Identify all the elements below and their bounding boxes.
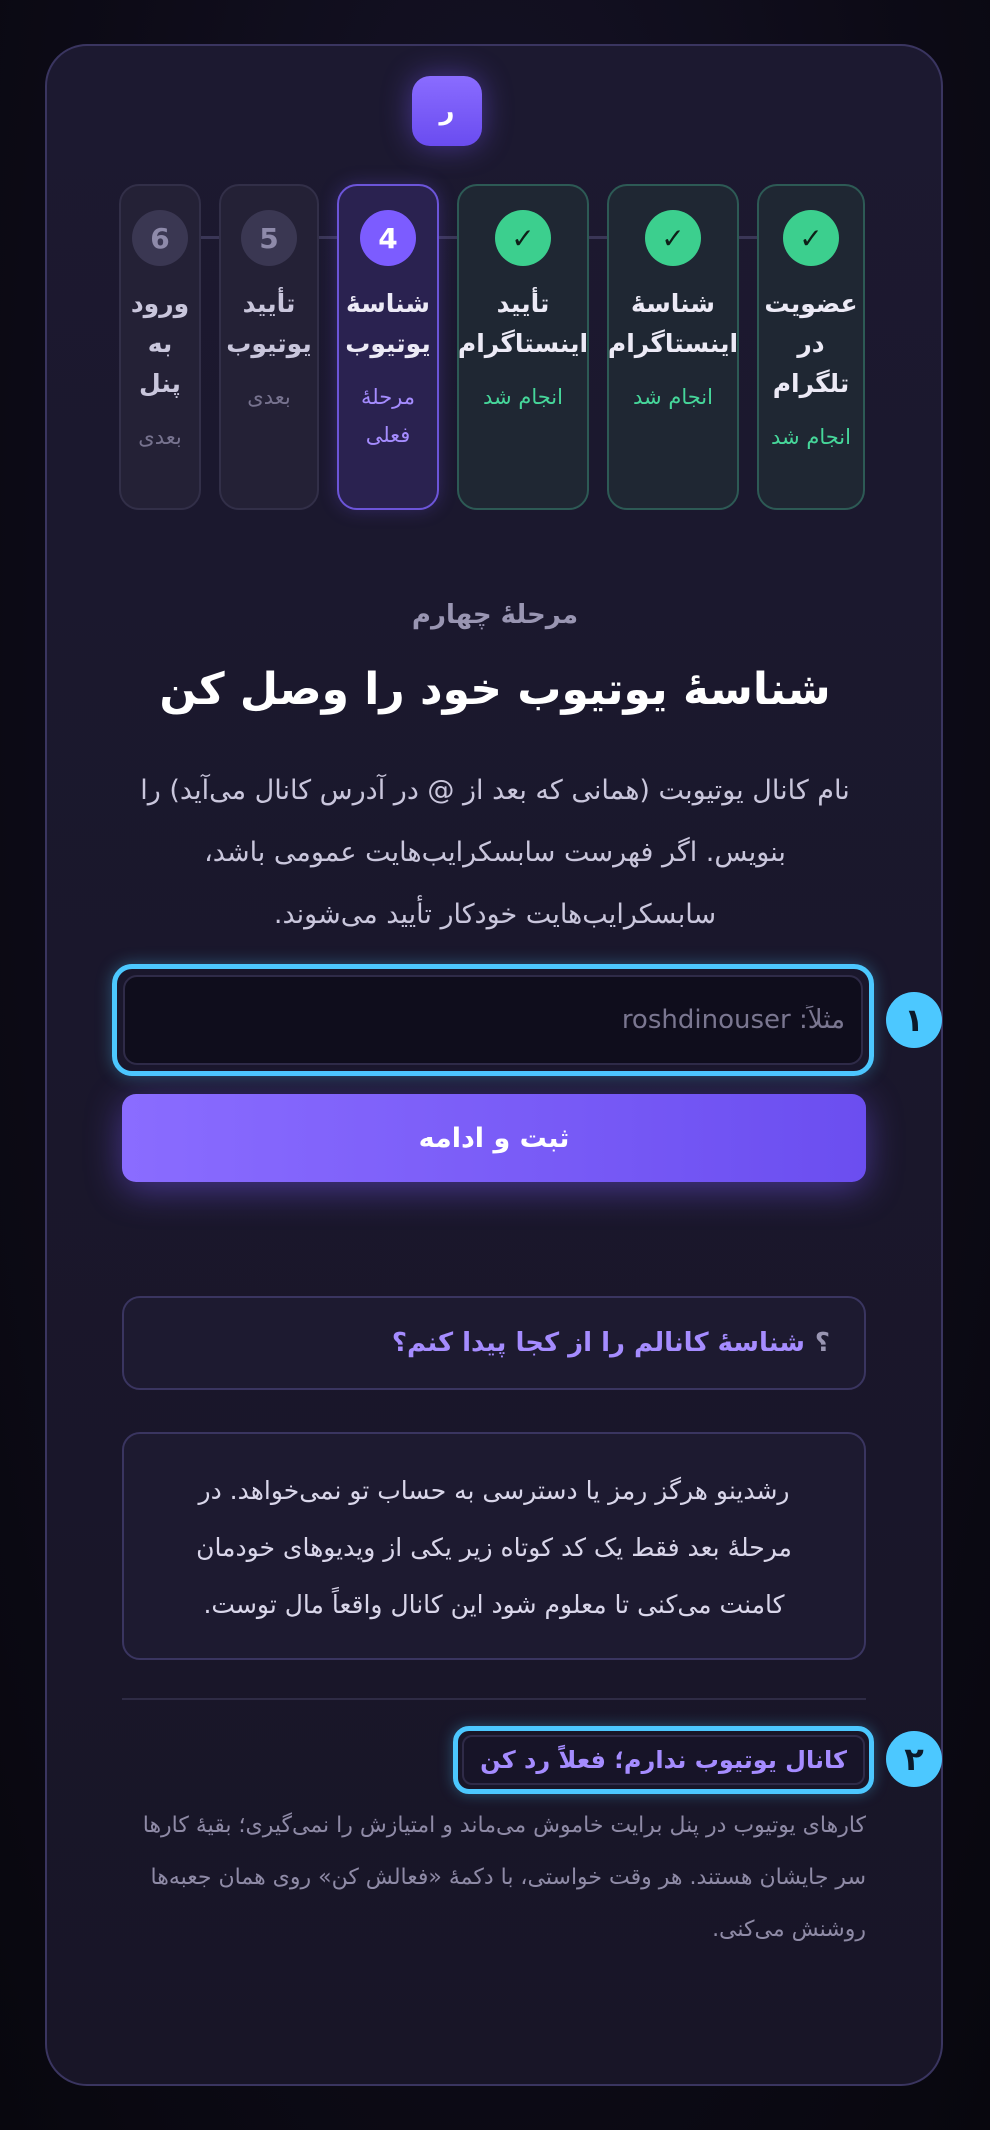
step-status: بعدی	[138, 425, 182, 449]
step-status: بعدی	[247, 385, 291, 409]
step-title: ورود به پنل	[130, 289, 190, 398]
skip-button-highlight: کانال یوتیوب ندارم؛ فعلاً رد کن	[453, 1726, 874, 1794]
step-number-badge: 4	[360, 210, 416, 266]
skip-youtube-button[interactable]: کانال یوتیوب ندارم؛ فعلاً رد کن	[462, 1735, 865, 1785]
youtube-id-input-highlight	[112, 964, 874, 1076]
step-youtube-verify: 5 تأیید یوتیوب بعدی	[219, 184, 319, 510]
stage-label: مرحلهٔ چهارم	[411, 600, 579, 630]
faq-label: شناسهٔ کانالم را از کجا پیدا کنم؟	[391, 1328, 805, 1358]
instructions-text: نام کانال یوتیوبت (همانی که بعد از @ در …	[140, 775, 850, 930]
annotation-marker-1: ۱	[886, 992, 942, 1048]
youtube-id-input[interactable]	[123, 975, 863, 1065]
check-icon: ✓	[495, 210, 551, 266]
step-title: عضویت در تلگرام	[764, 289, 858, 398]
step-status: انجام شد	[633, 385, 713, 409]
check-icon: ✓	[645, 210, 701, 266]
step-number-badge: 5	[241, 210, 297, 266]
page-title: شناسهٔ یوتیوب خود را وصل کن	[159, 664, 831, 715]
privacy-info-box: رشدینو هرگز رمز یا دسترسی به حساب تو نمی…	[122, 1432, 866, 1660]
step-instagram-id: ✓ شناسهٔ اینستاگرام انجام شد	[607, 184, 739, 510]
annotation-marker-2: ۲	[886, 1731, 942, 1787]
step-status: مرحلهٔ فعلی	[360, 385, 416, 447]
section-divider	[122, 1698, 866, 1700]
step-title: تأیید یوتیوب	[226, 289, 312, 358]
step-panel-login: 6 ورود به پنل بعدی	[119, 184, 201, 510]
privacy-info-text: رشدینو هرگز رمز یا دسترسی به حساب تو نمی…	[196, 1476, 792, 1619]
submit-continue-button[interactable]: ثبت و ادامه	[122, 1094, 866, 1182]
step-number-badge: 6	[132, 210, 188, 266]
step-title: شناسهٔ یوتیوب	[345, 289, 431, 358]
skip-note-text: کارهای یوتیوب در پنل برایت خاموش می‌ماند…	[142, 1813, 866, 1942]
step-status: انجام شد	[483, 385, 563, 409]
logo-letter: ر	[439, 96, 455, 126]
step-telegram-membership: ✓ عضویت در تلگرام انجام شد	[757, 184, 865, 510]
step-title: شناسهٔ اینستاگرام	[607, 289, 739, 358]
step-instagram-verify: ✓ تأیید اینستاگرام انجام شد	[457, 184, 589, 510]
question-mark-icon: ؟	[814, 1328, 830, 1358]
step-status: انجام شد	[771, 425, 851, 449]
step-title: تأیید اینستاگرام	[457, 289, 589, 358]
step-youtube-id: 4 شناسهٔ یوتیوب مرحلهٔ فعلی	[337, 184, 439, 510]
check-icon: ✓	[783, 210, 839, 266]
faq-find-channel-id[interactable]: ؟ شناسهٔ کانالم را از کجا پیدا کنم؟	[122, 1296, 866, 1390]
logo: ر	[412, 76, 482, 146]
